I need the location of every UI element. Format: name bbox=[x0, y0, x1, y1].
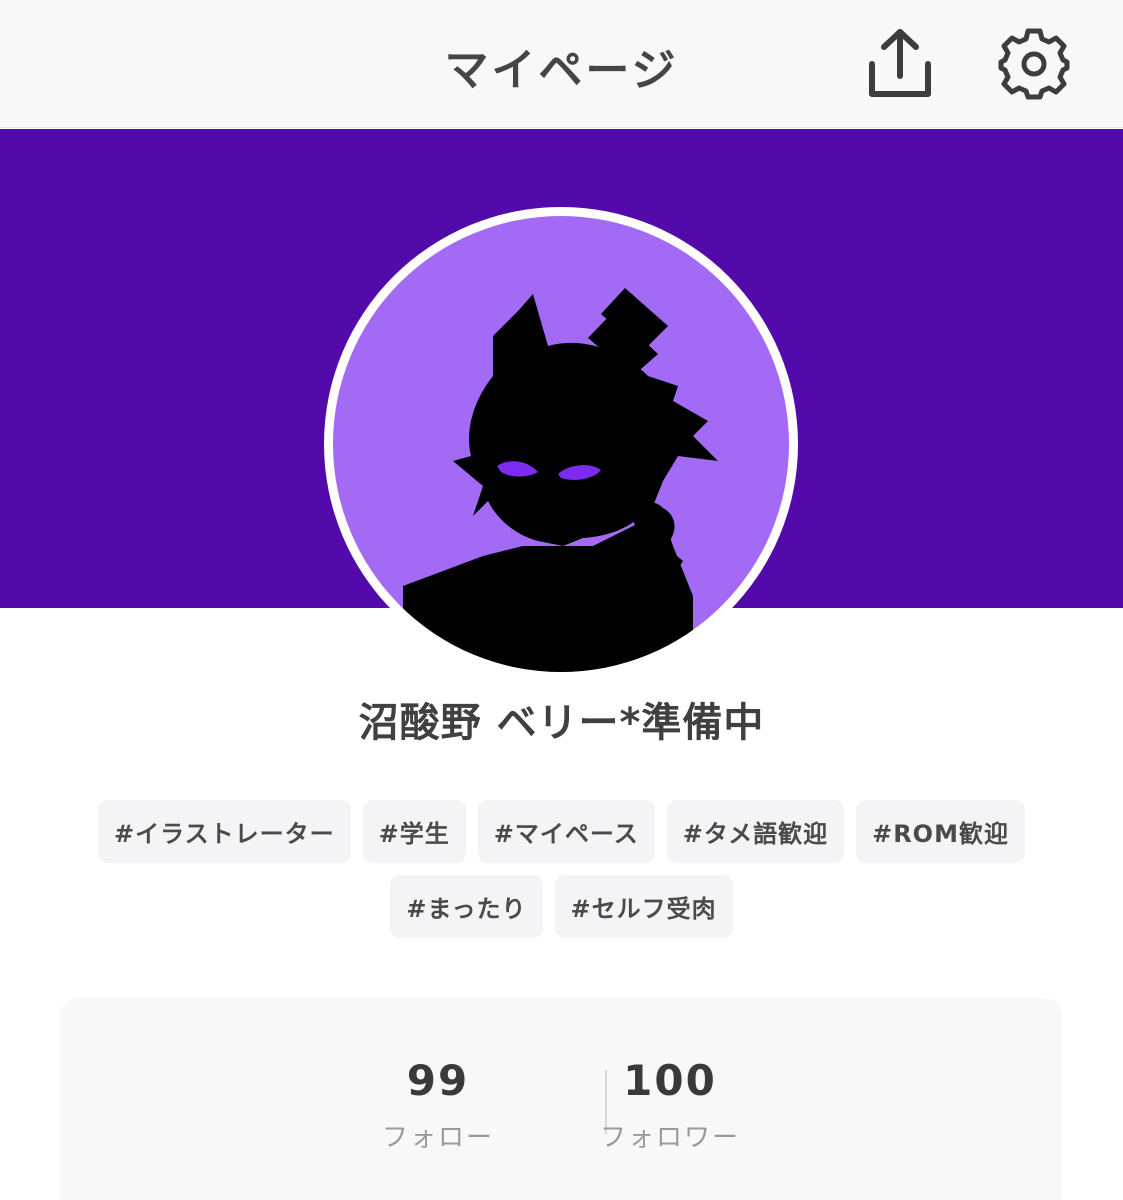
follow-label: フォロー bbox=[381, 1123, 494, 1153]
follower-count: 100 bbox=[623, 1056, 717, 1105]
tag-chip[interactable]: #タメ語歓迎 bbox=[666, 800, 845, 863]
gear-icon[interactable] bbox=[998, 26, 1070, 102]
silhouette-avatar-image bbox=[333, 216, 789, 672]
share-upload-icon[interactable] bbox=[864, 26, 936, 102]
page-title: マイページ bbox=[444, 45, 679, 96]
avatar[interactable] bbox=[324, 207, 798, 681]
follower-stat[interactable]: 100 フォロワー bbox=[560, 1056, 780, 1154]
tag-chip[interactable]: #マイペース bbox=[477, 800, 655, 863]
follower-label: フォロワー bbox=[599, 1123, 740, 1153]
tag-chip[interactable]: #ROM歓迎 bbox=[856, 800, 1025, 863]
follow-stats-card: 99 フォロー 100 フォロワー bbox=[60, 998, 1062, 1200]
tag-row: #イラストレーター #学生 #マイペース #タメ語歓迎 #ROM歓迎 bbox=[0, 800, 1123, 863]
follow-stat[interactable]: 99 フォロー bbox=[328, 1056, 548, 1154]
tag-chip[interactable]: #学生 bbox=[362, 800, 466, 863]
tag-chip[interactable]: #まったり bbox=[390, 875, 543, 938]
profile-name: 沼酸野 ベリー*準備中 bbox=[358, 700, 765, 746]
tag-chip[interactable]: #イラストレーター bbox=[98, 800, 351, 863]
tag-chip[interactable]: #セルフ受肉 bbox=[554, 875, 733, 938]
tag-row: #まったり #セルフ受肉 bbox=[0, 875, 1123, 938]
follow-count: 99 bbox=[406, 1056, 470, 1105]
tag-list: #イラストレーター #学生 #マイペース #タメ語歓迎 #ROM歓迎 #まったり… bbox=[0, 800, 1123, 950]
top-bar: マイページ bbox=[0, 0, 1123, 128]
